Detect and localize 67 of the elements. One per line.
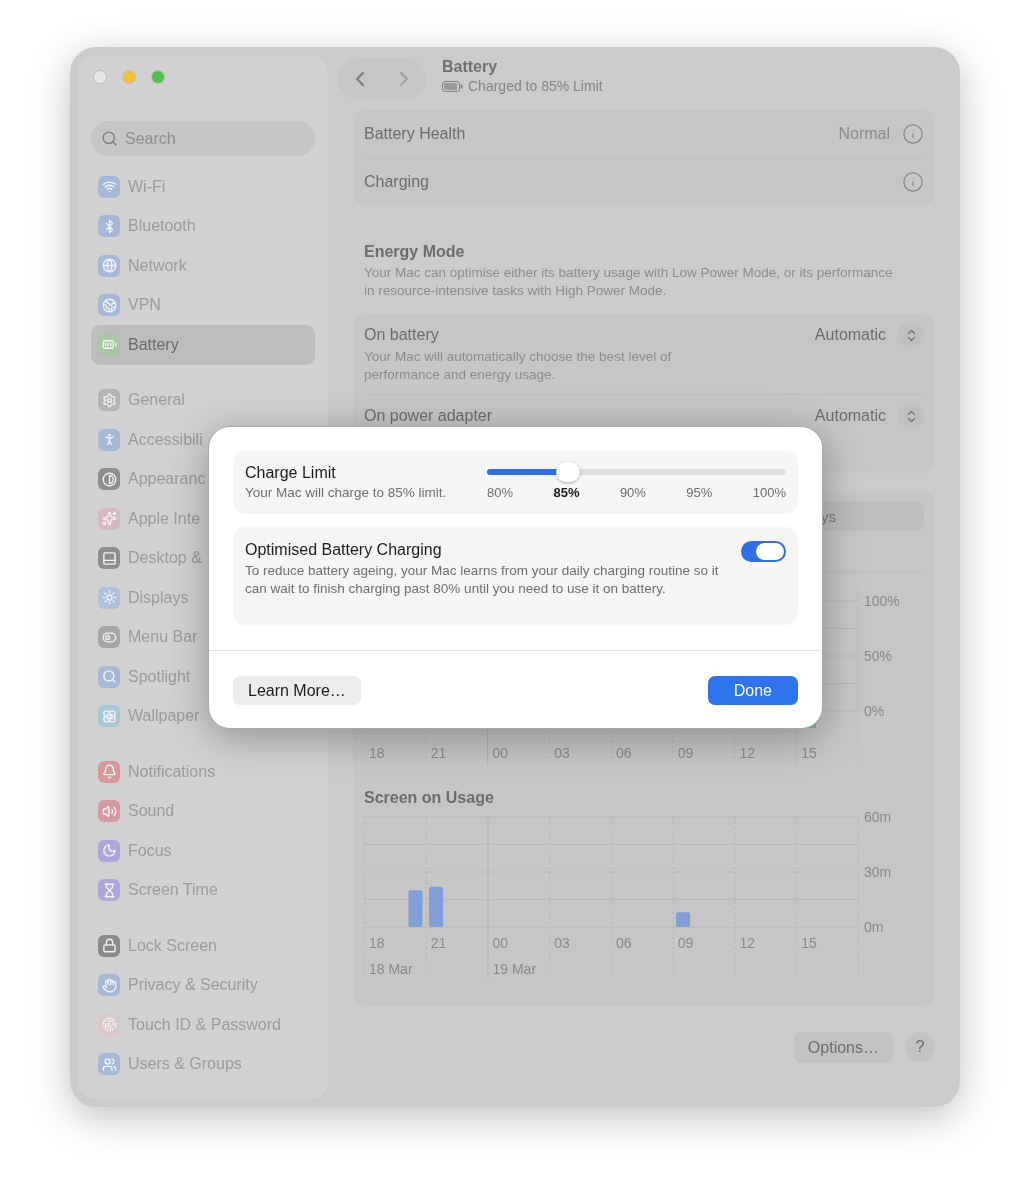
tick-label: 90%: [619, 484, 646, 500]
axis-label: 18: [369, 745, 385, 761]
date-label: 19 Mar: [492, 961, 537, 977]
axis-label: 12: [739, 935, 756, 951]
minimize-button[interactable]: [122, 70, 136, 84]
sidebar-item[interactable]: Battery: [91, 325, 315, 365]
help-button[interactable]: ?: [905, 1032, 935, 1062]
battery-icon: [442, 80, 463, 92]
options-button[interactable]: Options…: [793, 1032, 893, 1063]
sidebar-label: Battery: [128, 335, 179, 354]
axis-label: 50%: [864, 648, 893, 664]
axis-label: 18: [369, 935, 385, 951]
toggle-switch[interactable]: [741, 541, 786, 562]
usage-bar: [408, 890, 423, 927]
row-label: On power adapter: [364, 407, 493, 425]
axis-label: 0%: [864, 703, 885, 719]
axis-label: 06: [616, 935, 632, 951]
usage-bar: [429, 886, 444, 927]
setting-description: To reduce battery ageing, your Mac learns from your daily charging routine so it can wait to finish charging past 80% until you need to use it on battery.: [245, 562, 720, 598]
chart-title: Screen on Usage: [364, 789, 495, 807]
info-icon[interactable]: [902, 170, 924, 193]
axis-label: 60m: [864, 809, 892, 825]
zoom-button[interactable]: [151, 70, 165, 84]
tick-label: 95%: [686, 484, 713, 500]
row-label: Battery Health: [364, 124, 466, 143]
stepper-icon[interactable]: [898, 322, 924, 348]
tick-label: 100%: [752, 484, 786, 500]
usage-bar: [676, 912, 691, 927]
axis-label: 12: [739, 745, 756, 761]
axis-label: 15: [801, 745, 817, 761]
row-description: Your Mac will automatically choose the best level of performance and energy usage.: [364, 348, 673, 384]
section-title: Energy Mode: [364, 243, 466, 261]
stepper-icon[interactable]: [898, 403, 924, 429]
axis-label: 09: [677, 935, 694, 951]
info-icon[interactable]: [902, 122, 924, 145]
slider-track[interactable]: [487, 461, 786, 482]
row-label: On battery: [364, 326, 440, 344]
popup-value[interactable]: Automatic: [814, 326, 886, 344]
page-subtitle: Charged to 85% Limit: [468, 78, 603, 94]
page-title: Battery: [442, 58, 499, 76]
axis-label: 03: [554, 745, 570, 761]
close-button[interactable]: [93, 70, 107, 84]
search-icon: [101, 130, 118, 147]
section-description: Your Mac can optimise either its battery usage with Low Power Mode, or its performance in resource-intensive tasks with High Power Mode.: [364, 264, 894, 300]
setting-title: Optimised Battery Charging: [245, 541, 443, 559]
setting-title: Charge Limit: [245, 463, 337, 482]
axis-label: 00: [492, 745, 509, 761]
axis-label: 00: [492, 935, 509, 951]
axis-label: 100%: [864, 593, 900, 609]
axis-label: 06: [616, 745, 632, 761]
learn-more-button[interactable]: Learn More…: [233, 676, 361, 705]
axis-label: 03: [554, 935, 570, 951]
row-value: Normal: [838, 124, 890, 143]
popup-value[interactable]: Automatic: [814, 407, 886, 425]
slider-thumb[interactable]: [555, 461, 580, 482]
row-label: Charging: [364, 172, 429, 191]
axis-label: 21: [430, 745, 447, 761]
axis-label: 15: [801, 935, 817, 951]
axis-label: 30m: [864, 864, 892, 880]
setting-description: Your Mac will charge to 85% limit.: [245, 483, 447, 502]
axis-label: 09: [677, 745, 694, 761]
tick-label: 80%: [487, 484, 514, 500]
tick-label: 85%: [553, 484, 580, 500]
date-label: 18 Mar: [369, 961, 413, 977]
axis-label: 0m: [864, 919, 884, 935]
done-button[interactable]: Done: [707, 676, 798, 705]
axis-label: 21: [430, 935, 447, 951]
